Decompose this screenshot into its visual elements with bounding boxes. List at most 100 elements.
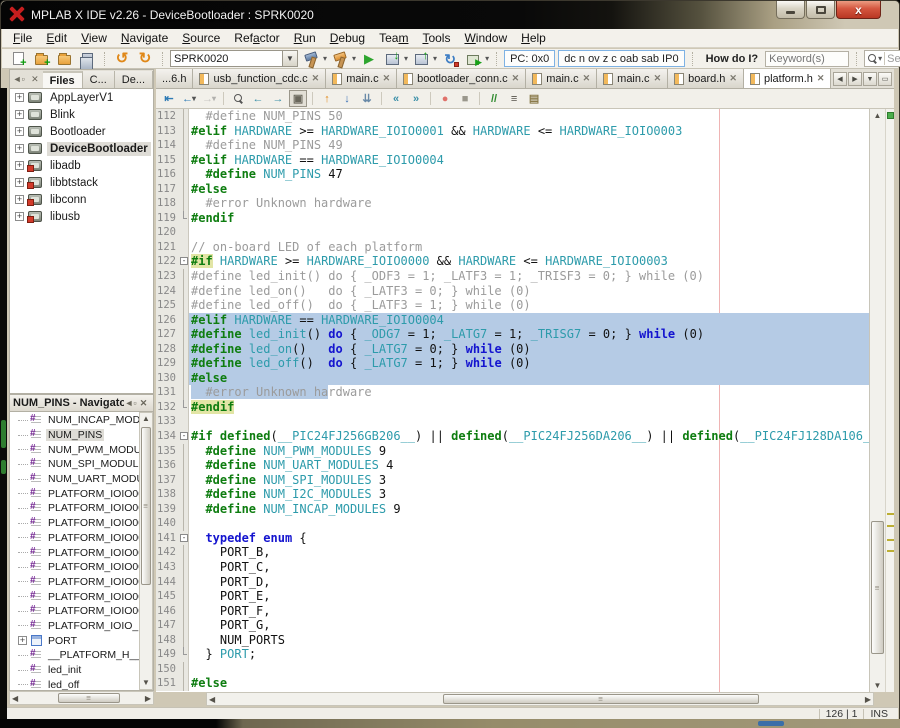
menu-item-navigate[interactable]: Navigate [114, 29, 175, 47]
close-tab-icon[interactable]: ✕ [312, 73, 320, 84]
search-dropdown-icon[interactable]: ▾ [878, 54, 882, 63]
project-configuration-combo[interactable]: SPRK0020 ▼ [170, 50, 298, 67]
find-selection-button[interactable] [229, 90, 247, 107]
project-item-applayerv1[interactable]: +AppLayerV1 [10, 89, 153, 106]
fold-collapse-icon[interactable]: - [180, 432, 188, 440]
project-item-devicebootloader[interactable]: +DeviceBootloader [10, 140, 153, 157]
code-line-127[interactable]: 127#define led_init() do { _ODG7 = 1; _L… [156, 327, 869, 342]
code-line-115[interactable]: 115#elif HARDWARE == HARDWARE_IOIO0004 [156, 153, 869, 168]
menu-item-run[interactable]: Run [287, 29, 323, 47]
stripe-mark[interactable] [887, 525, 894, 527]
editor-tab-mainc[interactable]: main.c✕ [597, 69, 668, 88]
forward-button[interactable]: →▾ [200, 90, 218, 107]
navigator-item-platform_ioio0000[interactable]: PLATFORM_IOIO0000 [10, 486, 139, 501]
navigator-item-platform_ioio0002[interactable]: PLATFORM_IOIO0002 [10, 516, 139, 531]
maximize-editor-icon[interactable]: ▭ [878, 72, 892, 86]
clean-build-button[interactable] [330, 50, 350, 68]
code-line-150[interactable]: 150 [156, 662, 869, 677]
navigator-item-num_spi_modules[interactable]: NUM_SPI_MODULES [10, 457, 139, 472]
fold-column[interactable]: - [179, 429, 189, 444]
menu-item-window[interactable]: Window [457, 29, 514, 47]
keyword-input[interactable] [765, 51, 849, 67]
code-line-151[interactable]: 151#else [156, 676, 869, 691]
stripe-mark[interactable] [887, 539, 894, 541]
combo-dropdown-icon[interactable]: ▼ [282, 51, 297, 66]
sidebar-tab-de[interactable]: De... [115, 71, 153, 88]
program-dropdown-icon[interactable]: ▾ [433, 54, 437, 63]
fold-column[interactable] [179, 138, 189, 153]
project-item-libusb[interactable]: +libusb [10, 208, 153, 225]
close-tab-icon[interactable]: ✕ [512, 73, 520, 84]
expand-icon[interactable]: + [15, 178, 24, 187]
panel-close-icon[interactable]: ✕ [28, 72, 41, 86]
fold-column[interactable] [179, 124, 189, 139]
fold-column[interactable] [179, 342, 189, 357]
code-line-116[interactable]: 116 #define NUM_PINS 47 [156, 167, 869, 182]
build-project-button[interactable] [301, 50, 321, 68]
fold-column[interactable] [179, 211, 189, 226]
navigator-item-led_off[interactable]: led_off [10, 677, 139, 691]
code-line-112[interactable]: 112 #define NUM_PINS 50 [156, 109, 869, 124]
code-line-139[interactable]: 139 #define NUM_INCAP_MODULES 9 [156, 502, 869, 517]
navigator-item-port[interactable]: +PORT [10, 633, 139, 648]
fold-collapse-icon[interactable]: - [180, 257, 188, 265]
fold-column[interactable] [179, 458, 189, 473]
uncomment-button[interactable]: ≡ [505, 90, 523, 107]
editor-tab-platformh[interactable]: platform.h✕ [744, 69, 831, 88]
stop-macro-button[interactable]: ■ [456, 90, 474, 107]
code-line-144[interactable]: 144 PORT_D, [156, 575, 869, 590]
menu-item-help[interactable]: Help [514, 29, 553, 47]
fold-column[interactable] [179, 225, 189, 240]
fold-column[interactable] [179, 444, 189, 459]
fold-column[interactable] [179, 298, 189, 313]
fold-column[interactable] [179, 167, 189, 182]
fold-column[interactable] [179, 385, 189, 400]
fold-column[interactable] [179, 284, 189, 299]
fold-column[interactable] [179, 618, 189, 633]
fold-column[interactable] [179, 327, 189, 342]
stripe-mark[interactable] [887, 513, 894, 515]
project-item-bootloader[interactable]: +Bootloader [10, 123, 153, 140]
fold-column[interactable] [179, 196, 189, 211]
shift-left-button[interactable]: « [387, 90, 405, 107]
expand-icon[interactable]: + [15, 93, 24, 102]
fold-column[interactable] [179, 516, 189, 531]
navigator-item-platform_ioio0022[interactable]: PLATFORM_IOIO0022 [10, 575, 139, 590]
navigator-item-num_pins[interactable]: NUM_PINS [10, 428, 139, 443]
dropdown-caret-icon[interactable]: ▾ [192, 94, 196, 103]
code-line-113[interactable]: 113#elif HARDWARE >= HARDWARE_IOIO0001 &… [156, 124, 869, 139]
code-line-125[interactable]: 125#define led_off() do { _LATF3 = 1; } … [156, 298, 869, 313]
navigator-item-platform_ioio0021[interactable]: PLATFORM_IOIO0021 [10, 560, 139, 575]
code-line-124[interactable]: 124#define led_on() do { _LATF3 = 0; } w… [156, 284, 869, 299]
code-line-132[interactable]: 132#endif [156, 400, 869, 415]
minimize-button[interactable] [776, 1, 805, 19]
open-project-button[interactable] [54, 50, 74, 68]
undo-button[interactable]: ↺ [112, 50, 132, 68]
code-line-121[interactable]: 121// on-board LED of each platform [156, 240, 869, 255]
make-program-dropdown-icon[interactable]: ▾ [404, 54, 408, 63]
comment-button[interactable]: // [485, 90, 503, 107]
code-line-128[interactable]: 128#define led_on() do { _LATG7 = 0; } w… [156, 342, 869, 357]
code-line-123[interactable]: 123#define led_init() do { _ODF3 = 1; _L… [156, 269, 869, 284]
scroll-tabs-right-icon[interactable]: ▶ [848, 72, 862, 86]
expand-icon[interactable]: + [15, 161, 24, 170]
code-line-133[interactable]: 133 [156, 414, 869, 429]
project-item-libbtstack[interactable]: +libbtstack [10, 174, 153, 191]
fold-column[interactable] [179, 604, 189, 619]
menu-item-edit[interactable]: Edit [39, 29, 74, 47]
fold-column[interactable] [179, 153, 189, 168]
next-occurrence-button[interactable]: → [269, 90, 287, 107]
code-line-117[interactable]: 117#else [156, 182, 869, 197]
menu-item-tools[interactable]: Tools [415, 29, 457, 47]
code-line-143[interactable]: 143 PORT_C, [156, 560, 869, 575]
fold-column[interactable] [179, 240, 189, 255]
code-line-120[interactable]: 120 [156, 225, 869, 240]
code-line-131[interactable]: 131 #error Unknown hardware [156, 385, 869, 400]
move-down-button[interactable]: ↓ [338, 90, 356, 107]
fold-column[interactable] [179, 356, 189, 371]
sidebar-tab-c[interactable]: C... [83, 71, 115, 88]
close-tab-icon[interactable]: ✕ [654, 73, 662, 84]
panel-dock-icon[interactable]: ◄▫ [12, 72, 25, 86]
fold-column[interactable] [179, 473, 189, 488]
navigator-horizontal-scrollbar[interactable]: ◀ ≡ ▶ [9, 691, 154, 705]
